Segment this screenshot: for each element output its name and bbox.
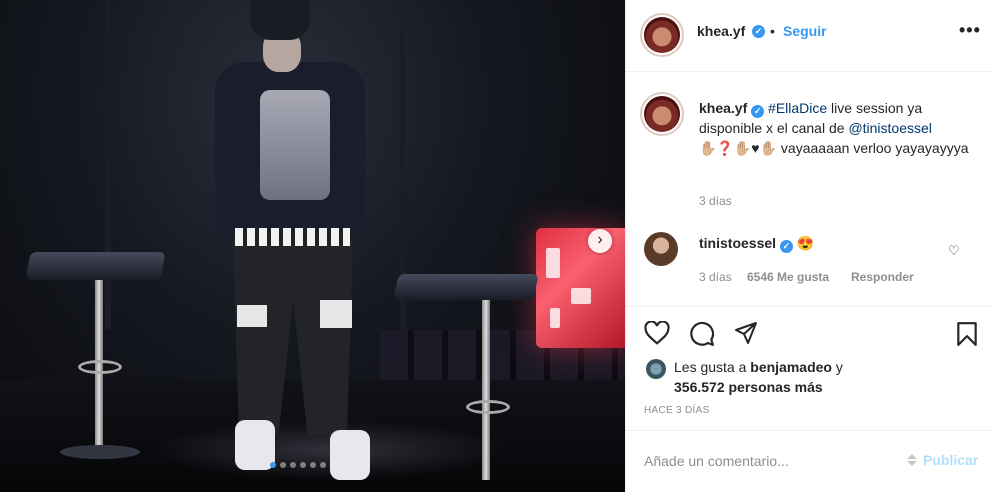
performer-cap [250,0,310,40]
more-options-icon[interactable]: ••• [959,20,981,41]
carousel-dot [280,462,286,468]
comment-time[interactable]: 3 días [699,270,732,284]
hashtag-link[interactable]: #EllaDice [768,100,827,116]
stool-seat [393,274,539,300]
comment-reply-button[interactable]: Responder [851,270,914,284]
carousel-next-button[interactable]: › [588,229,612,253]
carousel-dot [310,462,316,468]
stage-truss [105,0,111,330]
carousel-indicators [270,462,326,468]
mention-link[interactable]: @tinistoessel [848,120,931,136]
emoji-toggle-icon [907,454,917,466]
carousel-dot [300,462,306,468]
stool-pole [482,300,490,480]
caption-emojis: ✋🏼❓✋🏼♥✋🏼 [699,140,778,156]
publish-button[interactable]: Publicar [923,452,978,468]
share-paper-plane-icon[interactable] [733,321,759,345]
stage-light-box [536,228,625,348]
post-side-panel: khea.yf ✓ • Seguir ••• khea.yf ✓ #EllaDi… [625,0,992,492]
caption-text-2: vayaaaaan verloo yayayayyya [777,140,969,156]
likes-count-link[interactable]: 356.572 personas más [674,379,823,395]
stool-ring [466,400,510,414]
pants-patch [237,305,267,327]
performer-shoe [330,430,370,480]
liker-avatar[interactable] [646,359,666,379]
like-heart-icon[interactable] [644,321,670,345]
liker-username[interactable]: benjamadeo [750,359,832,375]
performer-shoe [235,420,275,470]
author-avatar[interactable] [644,17,680,53]
post-timestamp[interactable]: HACE 3 DÍAS [644,405,710,416]
performer-pants [233,240,353,435]
chevron-right-icon: › [597,231,603,248]
comment-emoji: 😍 [796,235,815,251]
comment-input[interactable] [644,449,904,473]
jacket-print [260,90,330,200]
comment-likes[interactable]: 6546 Me gusta [747,270,829,284]
commenter-avatar[interactable] [644,232,678,266]
verified-badge-icon: ✓ [779,240,793,253]
likes-connector: y [831,359,843,375]
add-comment-bar: Publicar [626,430,992,492]
carousel-dot [320,462,326,468]
verified-badge-icon: ✓ [752,25,765,38]
comment-like-heart-icon[interactable]: ♡ [948,243,960,259]
caption-timestamp[interactable]: 3 días [699,194,732,208]
post-media[interactable]: › [0,0,625,492]
commenter-username[interactable]: tinistoessel [699,235,776,251]
stool-base [60,445,140,459]
stool-ring [78,360,122,374]
pants-patch [320,300,352,328]
post-header: khea.yf ✓ • Seguir ••• [626,0,992,72]
post-actions [626,306,992,346]
likes-summary: Les gusta a benjamadeo y 356.572 persona… [674,357,843,397]
follow-button[interactable]: Seguir [783,23,827,39]
save-bookmark-icon[interactable] [956,321,978,347]
verified-badge-icon: ✓ [751,105,765,118]
carousel-dot [290,462,296,468]
post-caption: khea.yf ✓ #EllaDice live session ya disp… [699,98,969,158]
comment-bubble-icon[interactable] [689,321,715,347]
stool-seat [25,252,166,280]
performer-belt [235,228,350,246]
likes-prefix: Les gusta a [674,359,751,375]
follow-separator: • [770,23,775,39]
performer [205,0,385,492]
comment: tinistoessel ✓ 😍 [699,235,814,253]
caption-author-username[interactable]: khea.yf [699,100,747,116]
carousel-dot [270,462,276,468]
caption-author-avatar[interactable] [644,96,680,132]
author-username[interactable]: khea.yf [697,23,745,39]
